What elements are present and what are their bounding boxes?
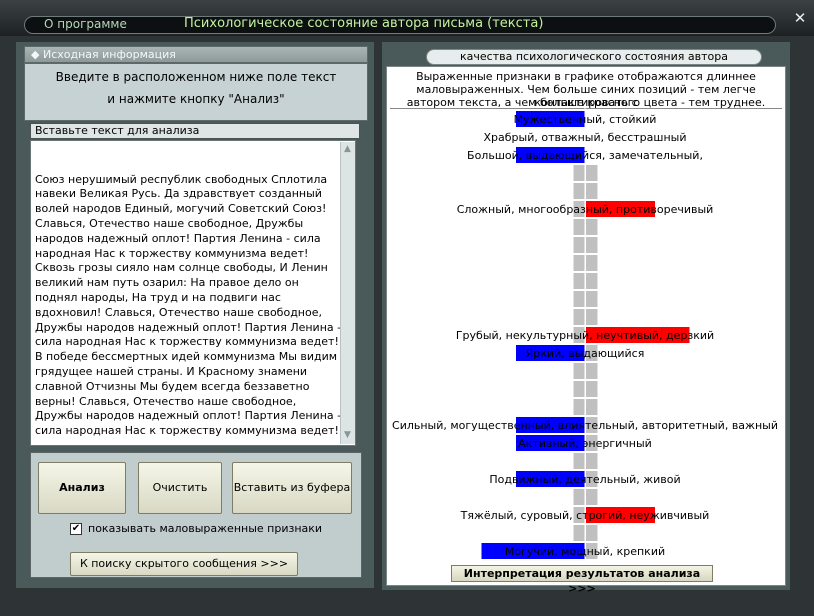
chart-bar-right-7 — [586, 237, 598, 253]
chart-bar-left-6 — [573, 219, 585, 235]
chart-row-label-1: Храбрый, отважный, бесстрашный — [483, 131, 686, 144]
about-menu-button[interactable]: О программе — [44, 17, 144, 33]
chart-bar-right-15 — [586, 381, 598, 397]
chart-bar-right-19 — [586, 453, 598, 469]
clear-button[interactable]: Очистить — [138, 462, 222, 514]
chart-bar-right-11 — [586, 309, 598, 325]
chart-bar-left-14 — [573, 363, 585, 379]
chart-bar-right-6 — [586, 219, 598, 235]
window-title: Психологическое состояние автора письма … — [184, 16, 544, 31]
chart-bar-right-14 — [586, 363, 598, 379]
chart-header: качества психологического состояния авто… — [426, 49, 762, 65]
chart-bar-left-16 — [573, 399, 585, 415]
chart-bar-right-9 — [586, 273, 598, 289]
show-weak-traits-checkbox[interactable]: ✔ — [70, 523, 82, 535]
chart-bar-left-19 — [573, 453, 585, 469]
chart-bar-left-9 — [573, 273, 585, 289]
chart-bar-right-16 — [586, 399, 598, 415]
chart-description-line-2: маловыраженных. Чем больше синих позиций… — [416, 83, 756, 109]
chart-bar-right-23 — [586, 525, 598, 541]
chart-bar-left-8 — [573, 255, 585, 271]
text-scrollbar[interactable] — [340, 142, 355, 444]
source-info-title: Исходная информация — [42, 48, 176, 61]
paste-from-clipboard-button[interactable]: Вставить из буфера — [232, 462, 352, 514]
close-icon[interactable]: ✕ — [789, 7, 811, 29]
interpretation-button[interactable]: Интерпретация результатов анализа >>> — [451, 565, 713, 595]
analysis-text-input[interactable]: Союз нерушимый республик свободных Сплот… — [30, 140, 356, 446]
chart-row-label-13: Яркий, выдающийся — [526, 347, 645, 360]
chart-bar-left-4 — [573, 183, 585, 199]
analyze-button[interactable]: Анализ — [38, 462, 126, 514]
show-weak-traits-label: показывать маловыраженные признаки — [88, 522, 323, 535]
input-label: Вставьте текст для анализа — [30, 123, 360, 139]
source-info-header: ◆ Исходная информация — [24, 46, 368, 63]
scroll-up-icon[interactable]: ▲ — [340, 142, 355, 157]
chart-bar-left-21 — [573, 489, 585, 505]
chart-bar-left-7 — [573, 237, 585, 253]
chart-bar-left-15 — [573, 381, 585, 397]
chart-row-label-22: Тяжёлый, суровый, строгий, неуживчивый — [460, 509, 710, 522]
chart-bar-right-10 — [586, 291, 598, 307]
instruction-line-1: Введите в расположенном ниже поле текст — [55, 70, 337, 84]
instruction-line-2: и нажмите кнопку "Анализ" — [107, 92, 285, 106]
hidden-message-search-button[interactable]: К поиску скрытого сообщения >>> — [70, 552, 298, 576]
chart-bar-right-4 — [586, 183, 598, 199]
analysis-text-content: Союз нерушимый республик свободных Сплот… — [35, 172, 341, 438]
chart-description-line-1: Выраженные признаки в графике отображают… — [416, 70, 756, 83]
chart-row-label-20: Подвижный, деятельный, живой — [489, 473, 680, 486]
chart-bar-right-8 — [586, 255, 598, 271]
diamond-icon: ◆ — [31, 48, 40, 61]
chart-bar-left-11 — [573, 309, 585, 325]
chart-bar-left-10 — [573, 291, 585, 307]
chart-row-label-24: Могучий, мощный, крепкий — [505, 545, 665, 558]
chart-bar-right-3 — [586, 165, 598, 181]
chart-row-label-0: Мужественный, стойкий — [514, 113, 657, 126]
chart-row-label-12: Грубый, некультурный, неучтивый, дерзкий — [456, 329, 714, 342]
chart-row-label-18: Активный, энергичный — [518, 437, 652, 450]
scroll-down-icon[interactable]: ▼ — [340, 428, 355, 443]
chart-row-label-2: Большой, выдающийся, замечательный, — [467, 149, 703, 162]
chart-bar-left-3 — [573, 165, 585, 181]
chart-bar-left-23 — [573, 525, 585, 541]
psych-traits-chart: Мужественный, стойкий Храбрый, отважный, … — [392, 108, 778, 560]
chart-bar-right-21 — [586, 489, 598, 505]
chart-row-label-17: Сильный, могущественный, влиятельный, ав… — [392, 419, 778, 432]
chart-row-label-5: Сложный, многообразный, противоречивый — [457, 203, 714, 216]
